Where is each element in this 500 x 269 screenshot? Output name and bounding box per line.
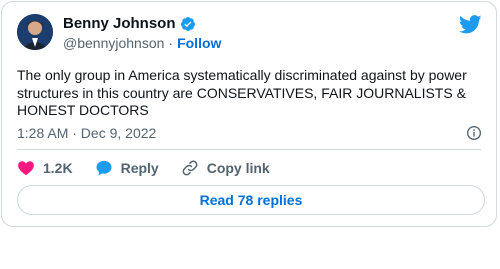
divider	[17, 149, 481, 150]
copy-link-button[interactable]: Copy link	[181, 159, 270, 177]
reply-label: Reply	[120, 160, 159, 176]
verified-badge-icon	[180, 16, 196, 32]
reply-bubble-icon	[95, 159, 113, 177]
follow-button[interactable]: Follow	[177, 35, 221, 52]
link-icon	[181, 159, 199, 177]
info-icon[interactable]	[466, 125, 482, 141]
twitter-bird-icon[interactable]	[458, 15, 482, 34]
author-name[interactable]: Benny Johnson	[63, 15, 176, 33]
handle-row: @bennyjohnson · Follow	[63, 35, 221, 52]
read-replies-button[interactable]: Read 78 replies	[17, 185, 485, 215]
like-button[interactable]: 1.2K	[17, 159, 73, 177]
tweet-card: Benny Johnson @bennyjohnson · Follow The…	[1, 1, 497, 227]
separator-dot: ·	[168, 35, 174, 51]
tweet-actions: 1.2K Reply Copy link	[17, 159, 292, 177]
avatar[interactable]	[17, 14, 53, 50]
reply-button[interactable]: Reply	[95, 159, 159, 177]
tweet-timestamp[interactable]: 1:28 AM · Dec 9, 2022	[17, 125, 156, 142]
heart-icon	[17, 159, 35, 177]
copy-link-label: Copy link	[206, 160, 270, 176]
author-handle[interactable]: @bennyjohnson	[63, 35, 164, 52]
author-name-row: Benny Johnson	[63, 15, 196, 33]
like-count: 1.2K	[43, 160, 73, 176]
tweet-text: The only group in America systematically…	[17, 67, 467, 118]
